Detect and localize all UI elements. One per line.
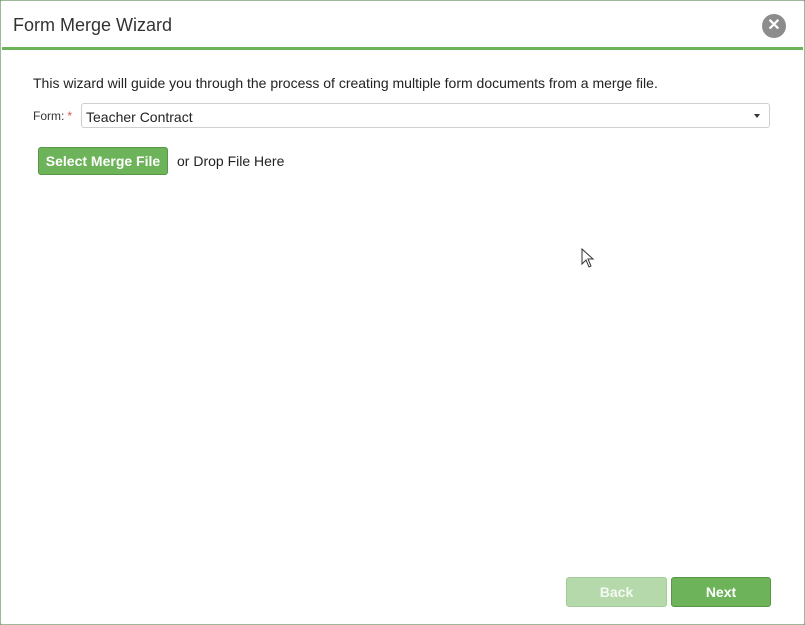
- select-merge-file-button[interactable]: Select Merge File: [38, 147, 168, 175]
- close-button[interactable]: ✕: [762, 14, 786, 38]
- mouse-cursor-icon: [581, 248, 595, 268]
- form-label-text: Form:: [33, 109, 65, 123]
- form-select-dropdown[interactable]: Teacher Contract: [81, 103, 770, 128]
- dialog-titlebar: Form Merge Wizard ✕: [2, 2, 803, 50]
- close-icon: ✕: [767, 17, 781, 34]
- next-button[interactable]: Next: [671, 577, 771, 607]
- required-marker: *: [67, 109, 73, 123]
- drop-file-zone-text[interactable]: or Drop File Here: [177, 153, 284, 169]
- dialog-title: Form Merge Wizard: [13, 15, 173, 35]
- back-button[interactable]: Back: [566, 577, 667, 607]
- form-merge-wizard-dialog: Form Merge Wizard ✕ This wizard will gui…: [0, 0, 805, 625]
- intro-text: This wizard will guide you through the p…: [33, 75, 658, 91]
- form-select-value: Teacher Contract: [86, 109, 193, 125]
- form-field-label: Form: *: [33, 109, 72, 123]
- caret-down-icon[interactable]: [754, 114, 760, 118]
